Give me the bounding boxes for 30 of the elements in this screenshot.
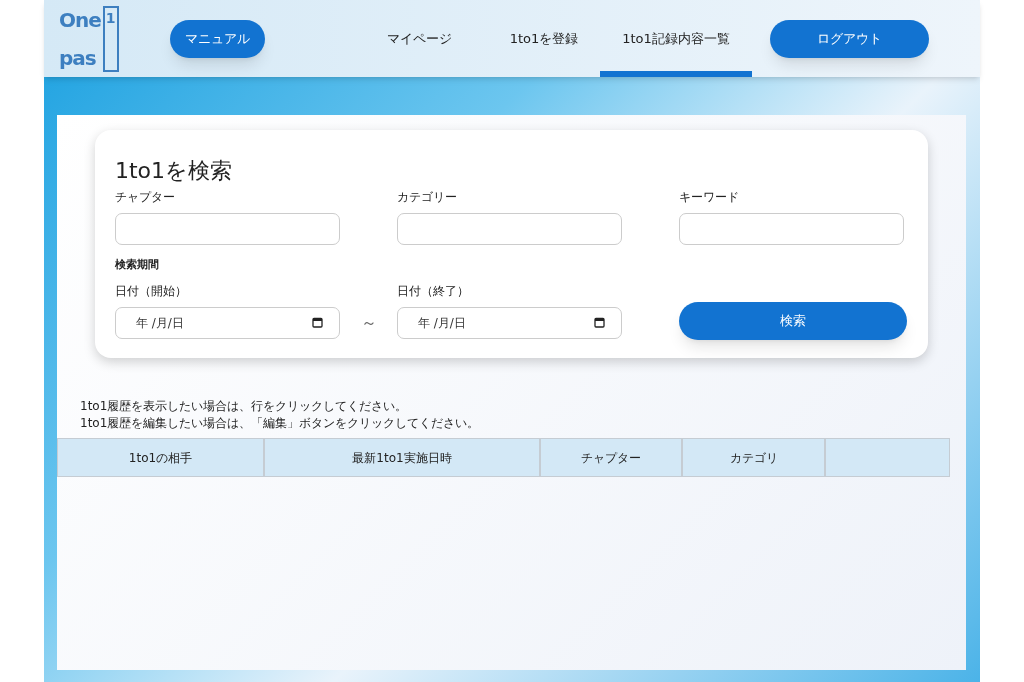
date-field[interactable]: 年 /月/日	[397, 306, 622, 339]
logout-button[interactable]: ログアウト	[770, 19, 929, 58]
column-header: 最新1to1実施日時	[352, 449, 452, 467]
field-label: カテゴリー	[397, 189, 458, 204]
instruction-text: 1to1履歴を編集したい場合は、「編集」ボタンをクリックしてください。	[80, 415, 481, 432]
search-title: 1to1を検索	[115, 157, 234, 185]
column-header: カテゴリ	[729, 449, 778, 467]
manual-button[interactable]: マニュアル	[170, 19, 265, 58]
column-header: 1to1の相手	[128, 449, 193, 467]
field-label: 日付（終了）	[397, 282, 470, 298]
input-field[interactable]	[679, 213, 904, 245]
input-field[interactable]	[115, 213, 340, 245]
nav-tab[interactable]: 1to1記録内容一覧	[600, 0, 752, 77]
calendar-icon[interactable]	[594, 317, 605, 328]
field-label: チャプター	[115, 189, 176, 204]
calendar-icon[interactable]	[312, 317, 323, 328]
nav-tab[interactable]: 1to1を登録	[488, 0, 600, 77]
period-label: 検索期間	[115, 257, 160, 273]
date-field[interactable]: 年 /月/日	[115, 306, 340, 339]
field-label: 日付（開始）	[115, 282, 188, 298]
logo-text: pas	[59, 44, 97, 72]
search-button[interactable]: 検索	[679, 301, 907, 340]
logo-text: One	[59, 6, 101, 34]
column-header: チャプター	[581, 449, 641, 467]
instruction-text: 1to1履歴を表示したい場合は、行をクリックしてください。	[80, 398, 409, 415]
input-field[interactable]	[397, 213, 622, 245]
nav-tab[interactable]: マイページ	[350, 0, 488, 77]
field-label: キーワード	[679, 189, 740, 204]
logo-mark: 1	[102, 5, 119, 72]
range-separator: ～	[359, 311, 378, 334]
